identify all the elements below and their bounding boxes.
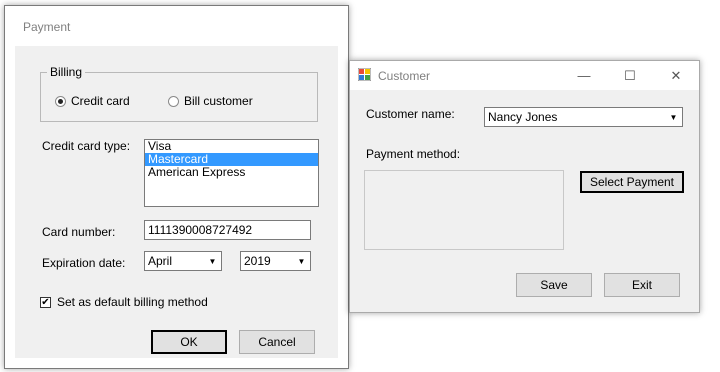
default-billing-checkbox[interactable]: ✔ Set as default billing method xyxy=(40,295,208,309)
close-icon[interactable]: ✕ xyxy=(653,61,699,90)
expiration-year-value: 2019 xyxy=(244,254,271,268)
payment-method-label: Payment method: xyxy=(366,147,461,161)
card-type-label: Credit card type: xyxy=(42,139,131,153)
customer-name-label: Customer name: xyxy=(366,107,455,121)
bill-customer-radio-label: Bill customer xyxy=(184,94,253,108)
maximize-icon[interactable]: ☐ xyxy=(607,61,653,90)
exit-button[interactable]: Exit xyxy=(604,273,680,297)
credit-card-radio-label: Credit card xyxy=(71,94,130,108)
radio-selected-icon xyxy=(55,95,66,107)
card-number-input[interactable]: 1111390008727492 xyxy=(144,220,311,240)
dropdown-arrow-icon[interactable]: ▼ xyxy=(205,253,220,269)
payment-method-display xyxy=(364,170,564,250)
expiration-month-select[interactable]: April ▼ xyxy=(144,251,222,271)
customer-title: Customer xyxy=(378,69,431,83)
card-number-label: Card number: xyxy=(42,225,116,239)
expiration-year-select[interactable]: 2019 ▼ xyxy=(240,251,311,271)
card-type-listbox[interactable]: Visa Mastercard American Express xyxy=(144,139,319,207)
payment-frame-bottom xyxy=(5,358,348,368)
customer-window: Customer — ☐ ✕ Customer name: Nancy Jone… xyxy=(349,60,700,313)
payment-frame-left xyxy=(5,46,15,368)
list-item[interactable]: American Express xyxy=(145,166,318,179)
bill-customer-radio[interactable]: Bill customer xyxy=(168,94,253,108)
radio-unselected-icon xyxy=(168,95,179,107)
cancel-button[interactable]: Cancel xyxy=(239,330,315,354)
save-button[interactable]: Save xyxy=(516,273,592,297)
customer-name-value: Nancy Jones xyxy=(488,110,558,124)
minimize-icon[interactable]: — xyxy=(561,61,607,90)
checkmark-icon: ✔ xyxy=(40,296,51,308)
select-payment-button[interactable]: Select Payment xyxy=(580,171,684,193)
billing-legend: Billing xyxy=(47,65,86,79)
payment-title-bar[interactable]: Payment xyxy=(5,6,348,46)
dropdown-arrow-icon[interactable]: ▼ xyxy=(666,109,681,125)
credit-card-radio[interactable]: Credit card xyxy=(55,94,130,108)
default-billing-label: Set as default billing method xyxy=(57,295,208,309)
customer-title-bar[interactable]: Customer — ☐ ✕ xyxy=(350,61,699,90)
payment-title: Payment xyxy=(23,20,71,34)
payment-client-area: Billing Credit card Bill customer Credit… xyxy=(15,46,338,358)
dropdown-arrow-icon[interactable]: ▼ xyxy=(294,253,309,269)
customer-name-select[interactable]: Nancy Jones ▼ xyxy=(484,107,683,127)
billing-groupbox: Billing Credit card Bill customer xyxy=(40,65,318,122)
app-icon xyxy=(358,68,371,81)
expiration-label: Expiration date: xyxy=(42,256,126,270)
expiration-month-value: April xyxy=(148,254,173,268)
payment-frame-right xyxy=(338,46,348,368)
payment-dialog: Payment Billing Credit card Bill custome… xyxy=(4,5,349,369)
ok-button[interactable]: OK xyxy=(151,330,227,354)
